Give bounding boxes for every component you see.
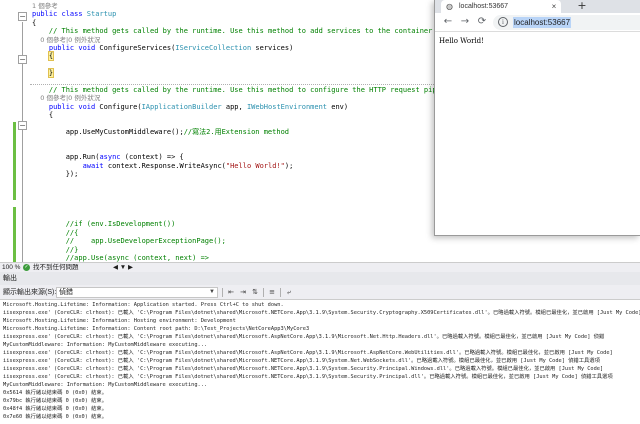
url-text[interactable]: localhost:53667 — [513, 17, 572, 28]
output-log-line: iisexpress.exe' (CoreCLR: clrhost): 已載入 … — [3, 374, 613, 380]
collapse-class-icon[interactable]: − — [18, 12, 27, 21]
code-line: //app.Use(async (context, next) => — [65, 254, 210, 262]
goto-location-icon[interactable]: ⇅ — [250, 288, 260, 297]
forward-arrow-icon[interactable]: → — [458, 15, 472, 29]
next-message-icon[interactable]: ⇥ — [238, 288, 248, 297]
page-body-text: Hello World! — [439, 37, 484, 45]
output-log-line: iisexpress.exe' (CoreCLR: clrhost): 已載入 … — [3, 358, 600, 364]
editor-status-bar: 100 % ✓ 找不到任何問題 ◀ ▼ ▶ — [0, 262, 640, 272]
tab-title: localhost:53667 — [459, 3, 509, 10]
close-tab-icon[interactable]: × — [549, 0, 559, 13]
toolbar-separator — [222, 288, 223, 297]
code-line: }); — [32, 170, 79, 178]
toolbar-separator — [280, 288, 281, 297]
previous-message-icon[interactable]: ⇤ — [226, 288, 236, 297]
output-log-line: 0x5614 執行緒以結束碼 0 (0x0) 結束。 — [3, 390, 107, 396]
output-source-label: 顯示輸出來源(S): — [3, 289, 57, 296]
browser-toolbar: ← → ⟳ i localhost:53667 — [435, 13, 640, 32]
word-wrap-icon[interactable]: ⤶ — [284, 288, 294, 297]
chevron-down-icon: ▼ — [209, 289, 215, 295]
output-source-value: 偵錯 — [59, 289, 73, 296]
code-line: { — [47, 51, 55, 62]
new-tab-button[interactable]: + — [575, 0, 589, 12]
globe-icon: ◍ — [446, 2, 453, 11]
output-toolbar: 顯示輸出來源(S): 偵錯 ▼ ⇤ ⇥ ⇅ ≡ ⤶ — [0, 285, 640, 300]
code-line: public void Configure(IApplicationBuilde… — [48, 102, 349, 111]
navigation-dropdown[interactable]: ◀ ▼ ▶ — [113, 263, 133, 272]
issues-status[interactable]: 找不到任何問題 — [33, 263, 79, 272]
tab-strip: ◍ localhost:53667 × + — [435, 0, 640, 13]
collapse-method-icon[interactable]: − — [18, 121, 27, 130]
clear-all-icon[interactable]: ≡ — [267, 288, 277, 297]
output-log-line: Microsoft.Hosting.Lifetime: Information:… — [3, 318, 236, 324]
page-content: Hello World! — [435, 33, 640, 235]
output-log-line: iisexpress.exe' (CoreCLR: clrhost): 已載入 … — [3, 310, 640, 316]
change-indicator-bar — [13, 122, 16, 200]
output-log-line: iisexpress.exe' (CoreCLR: clrhost): 已載入 … — [3, 334, 605, 340]
output-log-line: Microsoft.Hosting.Lifetime: Information:… — [3, 302, 284, 308]
reload-icon[interactable]: ⟳ — [475, 15, 489, 29]
output-source-select[interactable]: 偵錯 ▼ — [56, 287, 218, 298]
editor-gutter: − − − — [0, 0, 30, 262]
toolbar-separator — [263, 288, 264, 297]
output-log-line: MyCustomMiddleware: Information: MyCusto… — [3, 342, 208, 348]
output-log-line: iisexpress.exe' (CoreCLR: clrhost): 已載入 … — [3, 350, 613, 356]
code-line: app.UseMyCustomMiddleware();//寫法2.用Exten… — [32, 128, 290, 136]
back-arrow-icon[interactable]: ← — [441, 15, 455, 29]
output-log-line: 0x7e60 執行緒以結束碼 0 (0x0) 結束。 — [3, 414, 107, 420]
browser-tab[interactable]: ◍ localhost:53667 × — [441, 0, 561, 13]
output-log-line: iisexpress.exe' (CoreCLR: clrhost): 已載入 … — [3, 366, 604, 372]
output-panel: 輸出 顯示輸出來源(S): 偵錯 ▼ ⇤ ⇥ ⇅ ≡ ⤶ Microsoft.H… — [0, 272, 640, 424]
browser-window[interactable]: ◍ localhost:53667 × + ← → ⟳ i localhost:… — [434, 0, 640, 236]
output-log-line: MyCustomMiddleware: Information: MyCusto… — [3, 382, 208, 388]
output-log-line: 0x48f4 執行緒以結束碼 0 (0x0) 結束。 — [3, 406, 107, 412]
zoom-level[interactable]: 100 % — [2, 263, 20, 272]
address-bar[interactable]: i localhost:53667 — [493, 15, 640, 30]
code-line: { — [32, 111, 54, 120]
output-log-line: Microsoft.Hosting.Lifetime: Information:… — [3, 326, 310, 332]
change-indicator-bar — [13, 207, 16, 262]
output-log-line: 0x79bc 執行緒以結束碼 0 (0x0) 結束。 — [3, 398, 107, 404]
code-line: public class Startup — [32, 10, 117, 19]
site-info-icon[interactable]: i — [498, 17, 508, 27]
code-line: } — [47, 68, 55, 79]
code-line: public void ConfigureServices(IServiceCo… — [48, 44, 294, 52]
output-panel-title: 輸出 — [0, 272, 640, 285]
collapse-method-icon[interactable]: − — [18, 55, 27, 64]
check-icon: ✓ — [23, 264, 30, 271]
